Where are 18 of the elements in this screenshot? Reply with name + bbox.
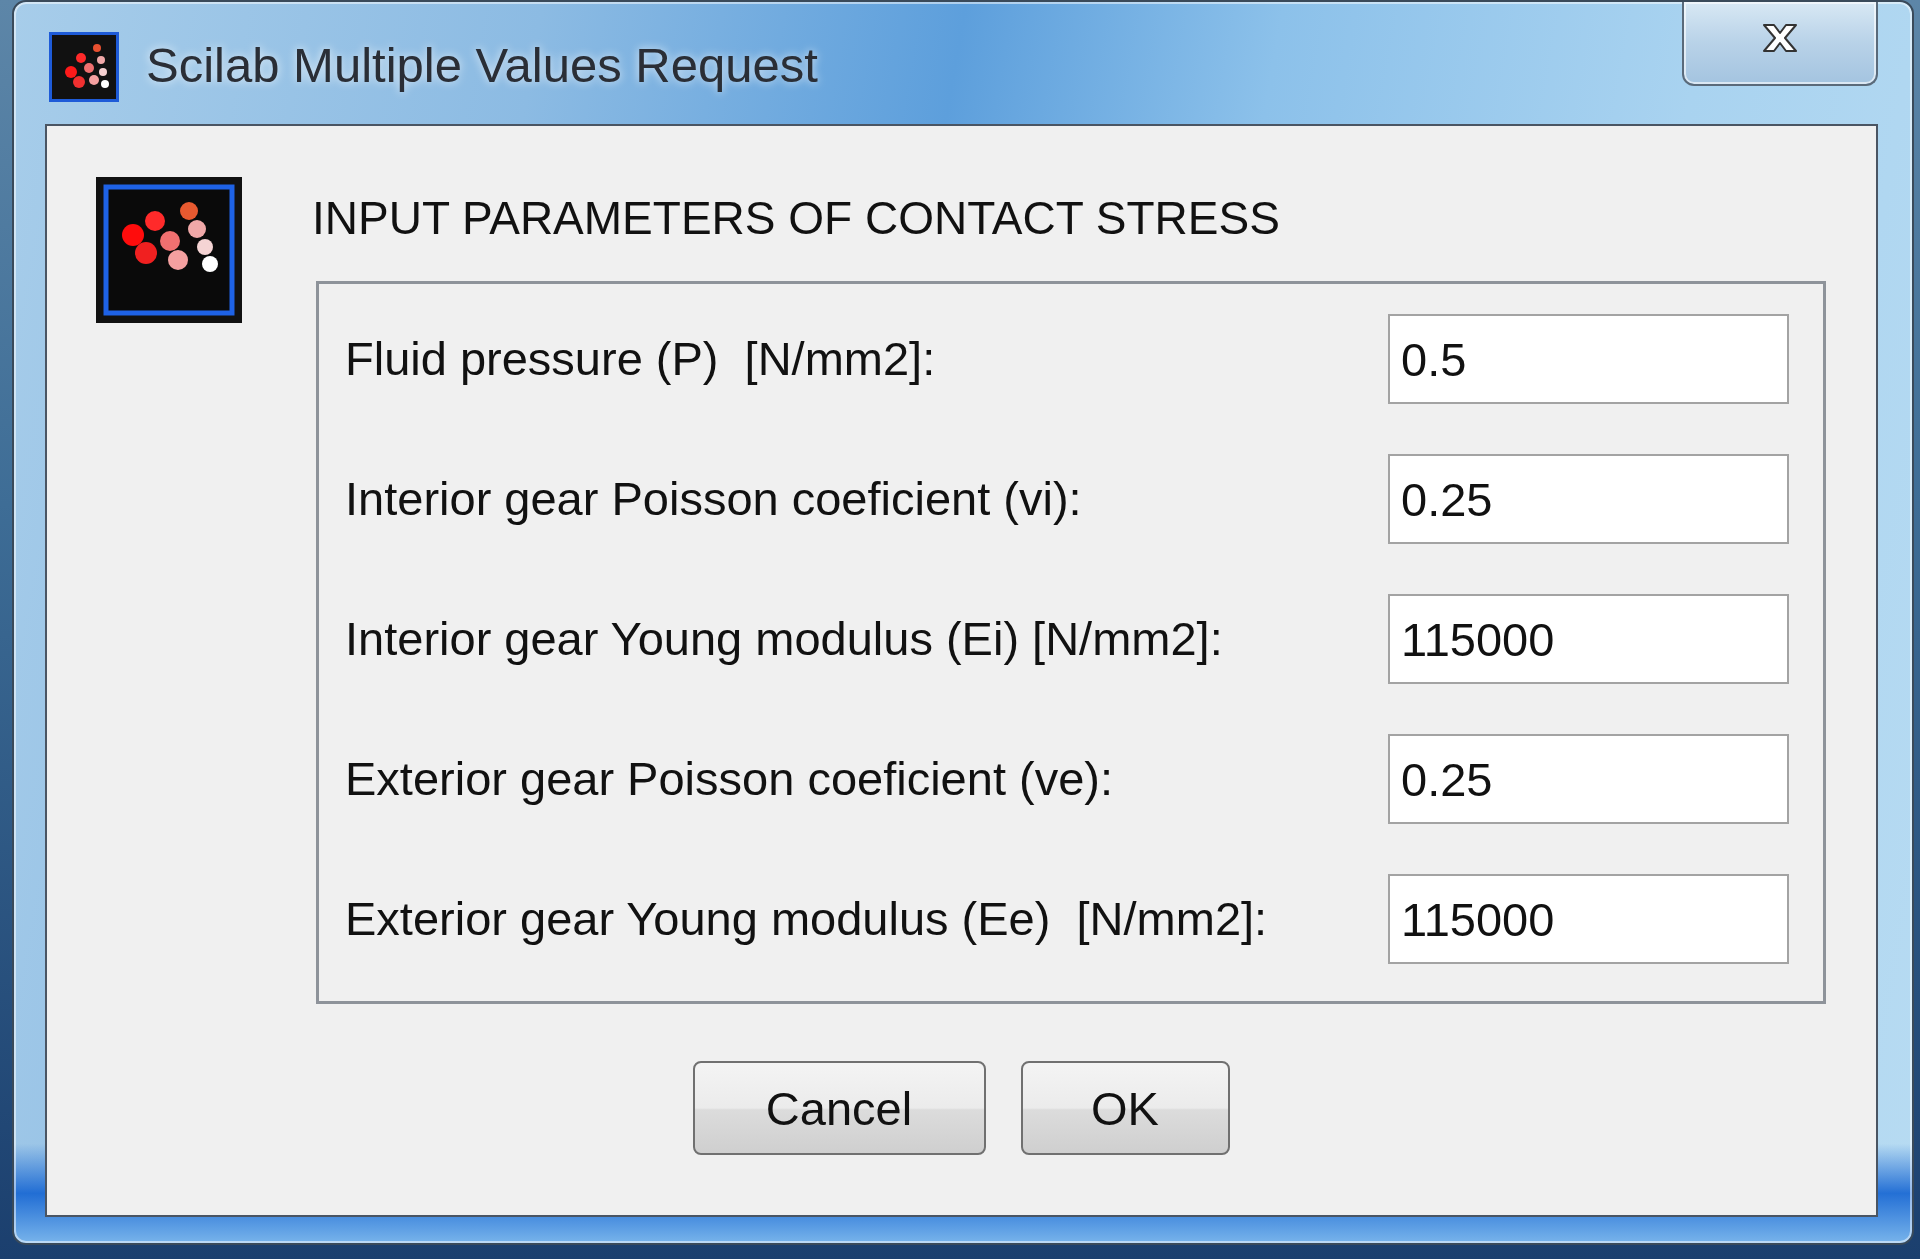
window-title: Scilab Multiple Values Request: [146, 37, 818, 94]
field-label: Interior gear Poisson coeficient (vi):: [345, 471, 1082, 527]
dialog-heading: INPUT PARAMETERS OF CONTACT STRESS: [312, 191, 1280, 246]
close-icon: [1760, 23, 1800, 53]
field-label: Fluid pressure (P) [N/mm2]:: [345, 331, 936, 387]
field-label: Interior gear Young modulus (Ei) [N/mm2]:: [345, 611, 1223, 667]
input-field[interactable]: 0.25: [1388, 454, 1789, 544]
field-label: Exterior gear Young modulus (Ee) [N/mm2]:: [345, 891, 1268, 947]
close-button[interactable]: [1682, 2, 1878, 86]
scatter-dots-icon: [49, 32, 119, 102]
field-label: Exterior gear Poisson coeficient (ve):: [345, 751, 1113, 807]
scatter-dots-icon: [96, 177, 242, 323]
cancel-button[interactable]: Cancel: [692, 1061, 986, 1155]
input-field[interactable]: 0.5: [1388, 314, 1789, 404]
input-field[interactable]: 115000: [1388, 874, 1789, 964]
input-field[interactable]: 115000: [1388, 594, 1789, 684]
ok-button[interactable]: OK: [1020, 1061, 1230, 1155]
input-field[interactable]: 0.25: [1388, 734, 1789, 824]
